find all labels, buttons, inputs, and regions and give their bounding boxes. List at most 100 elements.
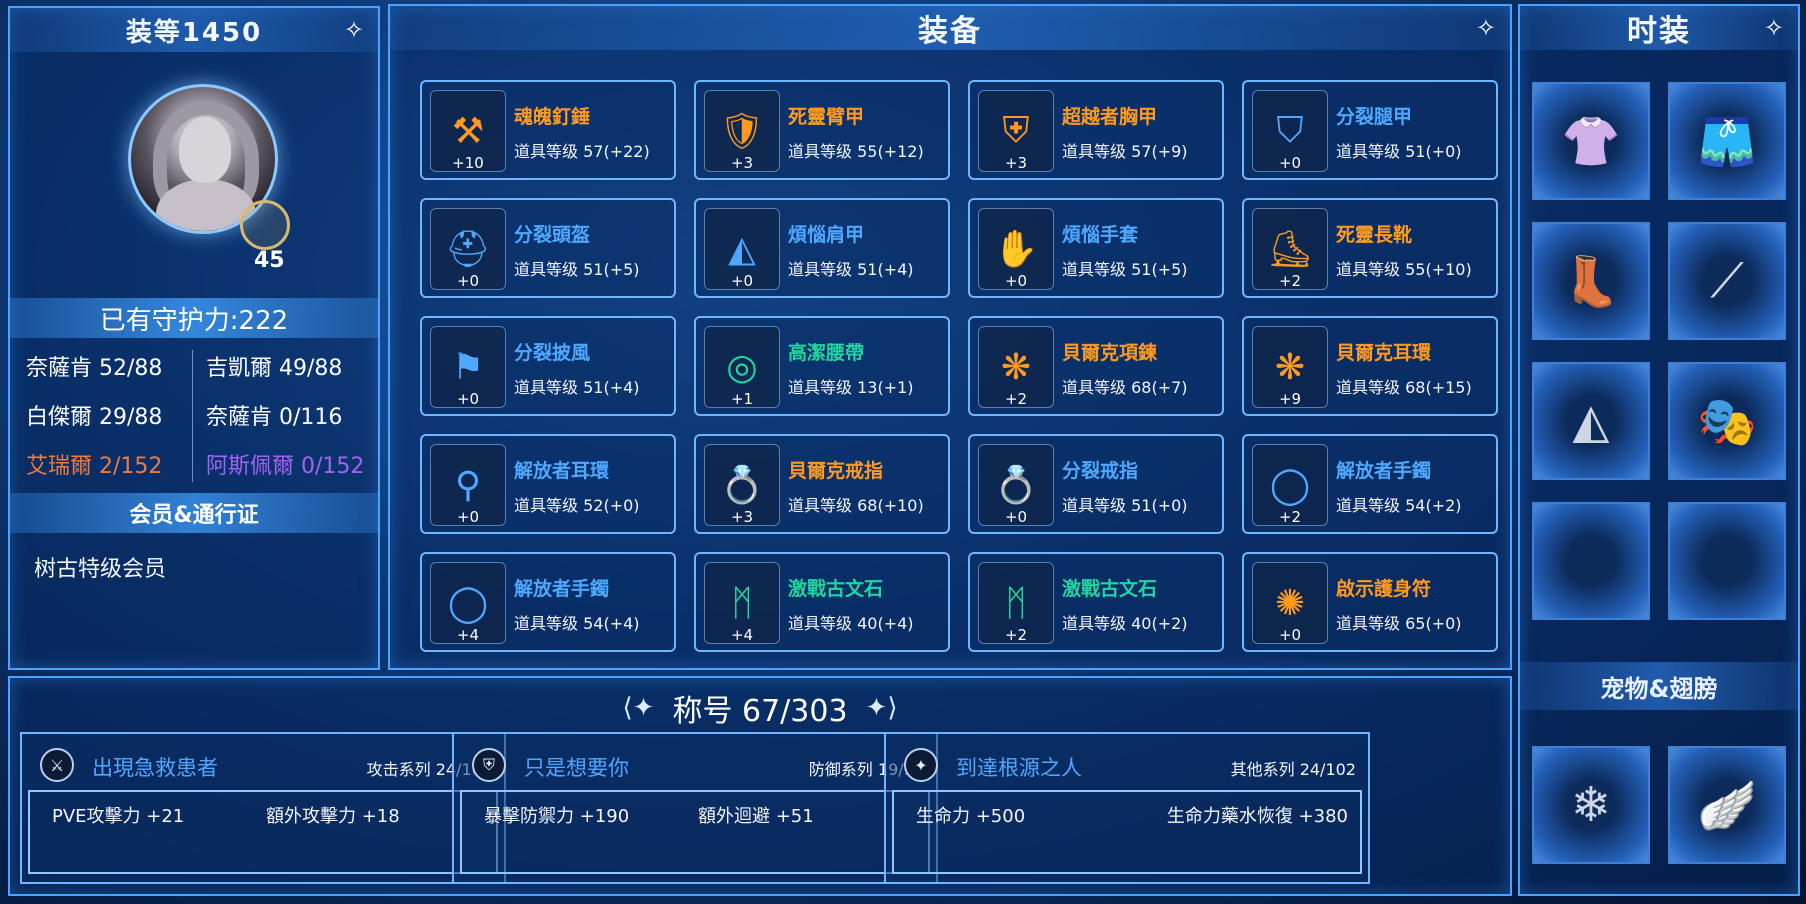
item-name: 分裂腿甲 <box>1336 106 1413 128</box>
item-name: 貝爾克戒指 <box>788 460 884 482</box>
equipment-slot[interactable]: ❋ +2 貝爾克項鍊 道具等级 68(+7) <box>968 316 1224 416</box>
fashion-shoulder-icon[interactable]: ◭ <box>1532 362 1650 480</box>
fashion-blade-icon[interactable]: ⟋ <box>1668 222 1786 340</box>
sparkle-icon: ✧ <box>343 16 366 44</box>
item-level: 道具等级 40(+2) <box>1062 614 1188 633</box>
item-level: 道具等级 52(+0) <box>514 496 640 515</box>
enhance-level: +0 <box>1278 154 1302 172</box>
title-name: 出現急救患者 <box>92 756 218 780</box>
item-name: 貝爾克耳環 <box>1336 342 1432 364</box>
item-name: 激戰古文石 <box>788 578 884 600</box>
item-name: 煩惱手套 <box>1062 224 1139 246</box>
title-card[interactable]: ⛨ 只是想要你 防御系列 19/99 暴擊防禦力 +190 額外迴避 +51 <box>452 732 938 884</box>
item-level: 道具等级 51(+0) <box>1062 496 1188 515</box>
titles-panel: ⟨✦ 称号 67/303 ✦⟩ ⚔ 出現急救患者 攻击系列 24/102 PVE攻擊力… <box>8 676 1512 896</box>
title-name: 到達根源之人 <box>956 756 1082 780</box>
wings-icon[interactable]: 🪽 <box>1668 746 1786 864</box>
item-level: 道具等级 68(+15) <box>1336 378 1472 397</box>
item-level: 道具等级 55(+12) <box>788 142 924 161</box>
title-attribute: 生命力藥水恢復 +380 <box>1166 806 1348 827</box>
item-level: 道具等级 68(+7) <box>1062 378 1188 397</box>
title-card[interactable]: ✦ 到達根源之人 其他系列 24/102 生命力 +500 生命力藥水恢復 +380 <box>884 732 1370 884</box>
next-arrow-icon[interactable]: ✦⟩ <box>866 693 898 723</box>
fashion-panel: 时装 ✧ 👚 🩳 👢 ⟋ ◭ 🎭 宠物&翅膀 ❄ 🪽 <box>1518 4 1800 896</box>
item-name: 死靈臂甲 <box>788 106 865 128</box>
item-level: 道具等级 13(+1) <box>788 378 914 397</box>
prev-arrow-icon[interactable]: ⟨✦ <box>623 693 655 723</box>
level-emblem-icon <box>240 200 290 250</box>
equipment-slot[interactable]: ᛗ +2 激戰古文石 道具等级 40(+2) <box>968 552 1224 652</box>
equipment-slot[interactable]: ✋ +0 煩惱手套 道具等级 51(+5) <box>968 198 1224 298</box>
equipment-slot[interactable]: ✺ +0 啟示護身符 道具等级 65(+0) <box>1242 552 1498 652</box>
title-attribute: 額外迴避 +51 <box>698 806 814 827</box>
item-level: 道具等级 57(+9) <box>1062 142 1188 161</box>
equipment-slot[interactable]: ❋ +9 貝爾克耳環 道具等级 68(+15) <box>1242 316 1498 416</box>
equipment-slot[interactable]: ᛗ +4 激戰古文石 道具等级 40(+4) <box>694 552 950 652</box>
enhance-level: +0 <box>1278 626 1302 644</box>
fashion-shorts-icon[interactable]: 🩳 <box>1668 82 1786 200</box>
item-level: 道具等级 51(+5) <box>514 260 640 279</box>
fashion-title: 时装 <box>1627 14 1691 49</box>
item-name: 高潔腰帶 <box>788 342 865 364</box>
title-card[interactable]: ⚔ 出現急救患者 攻击系列 24/102 PVE攻擊力 +21 額外攻擊力 +18 <box>20 732 506 884</box>
item-name: 煩惱肩甲 <box>788 224 865 246</box>
equipment-panel: 装备 ✧ ⚒ +10 魂魄釘錘 道具等级 57(+22) 🛡 +3 死靈臂甲 道具等级 55(… <box>388 4 1512 670</box>
equipment-slot[interactable]: ⛨ +3 超越者胸甲 道具等级 57(+9) <box>968 80 1224 180</box>
item-level: 道具等级 51(+4) <box>788 260 914 279</box>
equipment-slot[interactable]: 🛡 +3 死靈臂甲 道具等级 55(+12) <box>694 80 950 180</box>
empty-slot-icon[interactable] <box>1532 502 1650 620</box>
equipment-slot[interactable]: ⚲ +0 解放者耳環 道具等级 52(+0) <box>420 434 676 534</box>
fashion-boots-icon[interactable]: 👢 <box>1532 222 1650 340</box>
equipment-slot[interactable]: ◭ +0 煩惱肩甲 道具等级 51(+4) <box>694 198 950 298</box>
equipment-slot[interactable]: ◯ +2 解放者手鐲 道具等级 54(+2) <box>1242 434 1498 534</box>
title-category: 其他系列 24/102 <box>1230 760 1356 779</box>
title-attributes: 生命力 +500 生命力藥水恢復 +380 <box>892 790 1362 874</box>
fashion-top-icon[interactable]: 👚 <box>1532 82 1650 200</box>
guard-stat: 奈薩肯 0/116 <box>206 405 343 430</box>
equipment-slot[interactable]: ⛑ +0 分裂頭盔 道具等级 51(+5) <box>420 198 676 298</box>
equipment-slot[interactable]: 💍 +3 貝爾克戒指 道具等级 68(+10) <box>694 434 950 534</box>
item-name: 解放者手鐲 <box>1336 460 1432 482</box>
guard-stat: 吉凱爾 49/88 <box>206 356 343 381</box>
item-name: 貝爾克項鍊 <box>1062 342 1158 364</box>
item-level: 道具等级 54(+4) <box>514 614 640 633</box>
fashion-grid: 👚 🩳 👢 ⟋ ◭ 🎭 <box>1532 82 1786 620</box>
enhance-level: +2 <box>1278 508 1302 526</box>
pet-crystal-icon[interactable]: ❄ <box>1532 746 1650 864</box>
equipment-slot[interactable]: ⛉ +0 分裂腿甲 道具等级 51(+0) <box>1242 80 1498 180</box>
equipment-slot[interactable]: ◎ +1 高潔腰帶 道具等级 13(+1) <box>694 316 950 416</box>
equipment-header: 装备 ✧ <box>390 6 1510 50</box>
item-level: 道具等级 51(+5) <box>1062 260 1188 279</box>
item-name: 分裂披風 <box>514 342 591 364</box>
guard-stat: 白傑爾 29/88 <box>26 405 163 430</box>
item-name: 分裂頭盔 <box>514 224 591 246</box>
sparkle-icon: ✧ <box>1475 14 1498 42</box>
item-name: 分裂戒指 <box>1062 460 1139 482</box>
titles-count: 称号 67/303 <box>672 694 848 729</box>
item-name: 死靈長靴 <box>1336 224 1413 246</box>
equipment-slot[interactable]: ⚒ +10 魂魄釘錘 道具等级 57(+22) <box>420 80 676 180</box>
enhance-level: +2 <box>1004 390 1028 408</box>
enhance-level: +9 <box>1278 390 1302 408</box>
equipment-slot[interactable]: ⛸ +2 死靈長靴 道具等级 55(+10) <box>1242 198 1498 298</box>
guard-stat: 阿斯佩爾 0/152 <box>206 454 365 479</box>
equipment-slot[interactable]: ◯ +4 解放者手鐲 道具等级 54(+4) <box>420 552 676 652</box>
equipment-slot[interactable]: ⚑ +0 分裂披風 道具等级 51(+4) <box>420 316 676 416</box>
enhance-level: +3 <box>730 508 754 526</box>
character-panel: 装等1450 ✧ 45 已有守护力:222 奈薩肯 52/88 吉凱爾 49/88… <box>8 6 380 670</box>
item-level: 道具等级 57(+22) <box>514 142 650 161</box>
fashion-mask-icon[interactable]: 🎭 <box>1668 362 1786 480</box>
sword-icon: ⚔ <box>40 748 74 782</box>
enhance-level: +2 <box>1004 626 1028 644</box>
title-attribute: 額外攻擊力 +18 <box>266 806 400 827</box>
guard-power: 已有守护力:222 <box>10 298 378 338</box>
item-level: 道具等级 40(+4) <box>788 614 914 633</box>
item-name: 解放者手鐲 <box>514 578 610 600</box>
membership-header: 会员&通行证 <box>10 493 378 533</box>
empty-slot-icon[interactable] <box>1668 502 1786 620</box>
item-name: 啟示護身符 <box>1336 578 1432 600</box>
item-level: 道具等级 51(+4) <box>514 378 640 397</box>
guard-stat: 奈薩肯 52/88 <box>26 356 163 381</box>
equipment-grid: ⚒ +10 魂魄釘錘 道具等级 57(+22) 🛡 +3 死靈臂甲 道具等级 55(+12) ⛨… <box>420 80 1498 652</box>
equipment-slot[interactable]: 💍 +0 分裂戒指 道具等级 51(+0) <box>968 434 1224 534</box>
